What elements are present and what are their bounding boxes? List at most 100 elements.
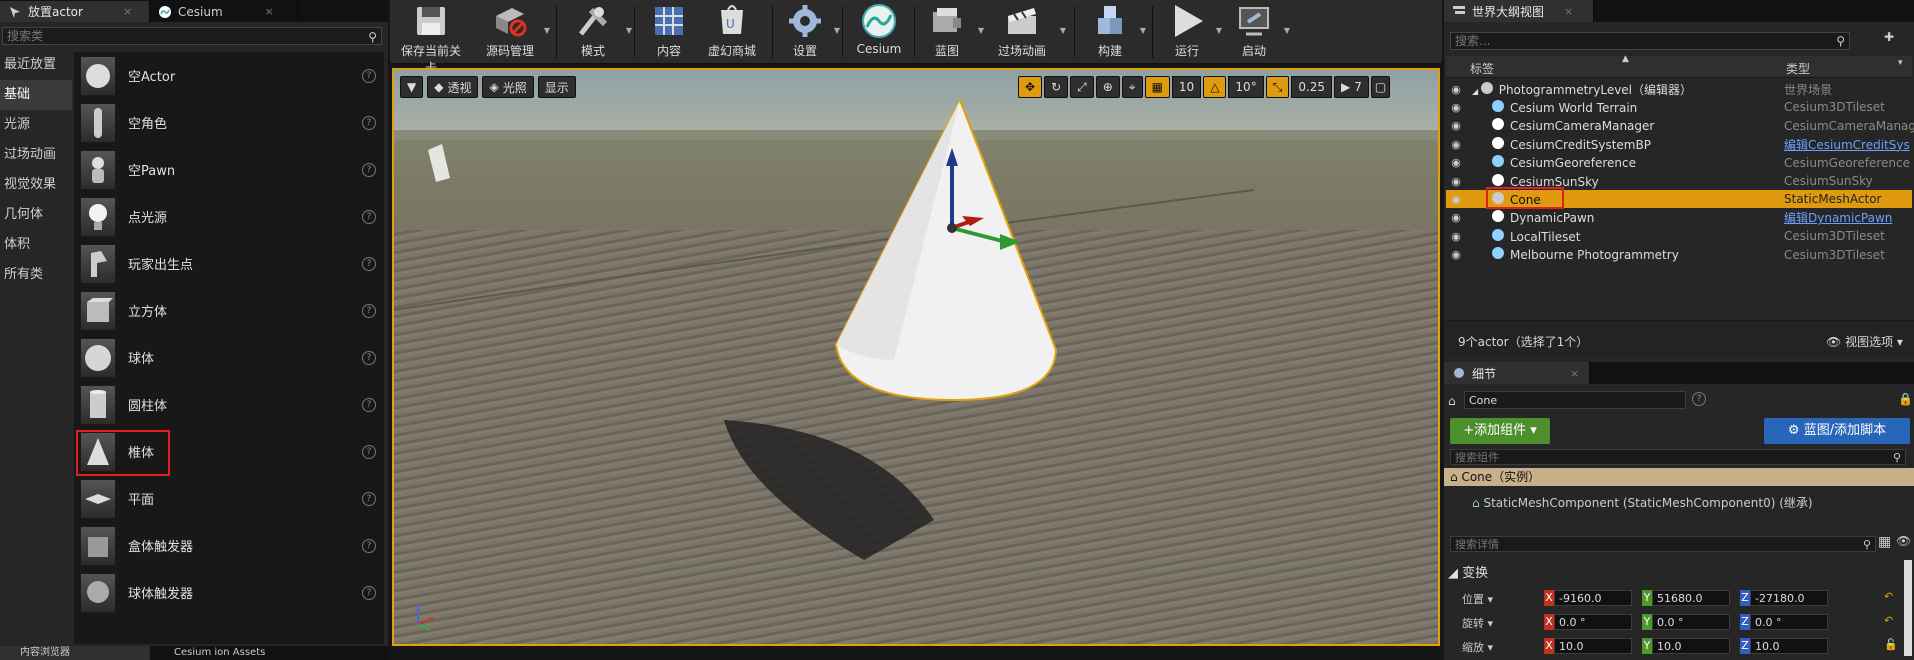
transform-label[interactable]: 位置 ▾ <box>1462 591 1493 607</box>
scale-snap-value[interactable]: 0.25 <box>1291 76 1333 98</box>
save-level-button[interactable]: 保存当前关卡 <box>396 2 466 75</box>
transform-z-field[interactable]: -27180.0 <box>1750 590 1828 606</box>
help-icon[interactable]: ? <box>1692 392 1706 406</box>
chevron-down-icon[interactable]: ▼ <box>1284 26 1290 35</box>
visibility-eye-icon[interactable]: ◉ <box>1446 83 1466 96</box>
level-viewport[interactable]: ▼ ◆ 透视 ◈ 光照 显示 ✥ ↻ ⤢ ⊕ ⌖ ▦ 10 △ 10° ⤡ 0.25… <box>392 68 1440 646</box>
transform-x-field[interactable]: 0.0 ° <box>1554 614 1632 630</box>
column-label-header[interactable]: 标签 <box>1470 60 1494 77</box>
reset-icon[interactable]: ↶ <box>1884 590 1893 603</box>
chevron-down-icon[interactable]: ▼ <box>1060 26 1066 35</box>
settings-button[interactable]: 设置 ▼ <box>782 2 840 60</box>
cinematics-button[interactable]: 过场动画 ▼ <box>990 2 1066 60</box>
help-icon[interactable]: ? <box>362 162 376 177</box>
build-button[interactable]: 构建 ▼ <box>1086 2 1146 60</box>
source-control-button[interactable]: 源码管理 ▼ <box>482 2 550 60</box>
tab-cesium[interactable]: Cesium × <box>150 1 298 22</box>
list-item-point-light[interactable]: 点光源 ? <box>74 193 384 240</box>
world-space-button[interactable]: ⊕ <box>1095 76 1120 98</box>
property-matrix-icon[interactable]: ▦ <box>1878 534 1891 550</box>
help-icon[interactable]: ? <box>362 303 376 318</box>
column-options-icon[interactable]: ▾ <box>1898 58 1903 68</box>
rotation-snap-button[interactable]: △ <box>1203 76 1227 98</box>
rotation-snap-value[interactable]: 10° <box>1228 76 1264 98</box>
show-button[interactable]: 显示 <box>537 76 576 98</box>
category-lights[interactable]: 光源 <box>0 110 72 140</box>
transform-x-field[interactable]: -9160.0 <box>1554 590 1632 606</box>
list-item-player-start[interactable]: 玩家出生点 ? <box>74 240 384 287</box>
details-scrollbar[interactable] <box>1904 560 1912 656</box>
help-icon[interactable]: ? <box>362 538 376 553</box>
outliner-row[interactable]: ◉ DynamicPawn 编辑DynamicPawn <box>1446 209 1912 227</box>
visibility-eye-icon[interactable]: ◉ <box>1446 175 1466 188</box>
outliner-search-input[interactable]: 搜索... ⚲ <box>1450 32 1850 50</box>
category-all-classes[interactable]: 所有类 <box>0 260 72 290</box>
cesium-button[interactable]: Cesium <box>854 2 904 60</box>
launch-button[interactable]: 启动 ▼ <box>1230 2 1290 60</box>
edit-blueprint-link[interactable]: 编辑CesiumCreditSys <box>1784 136 1910 153</box>
camera-speed-button[interactable]: ▶ 7 <box>1334 76 1369 98</box>
component-instance-row[interactable]: ⌂ Cone（实例） <box>1444 468 1914 486</box>
list-item-empty-actor[interactable]: 空Actor ? <box>74 52 384 99</box>
category-basic[interactable]: 基础 <box>0 80 72 110</box>
tab-cesium-ion-assets[interactable]: Cesium ion Assets <box>150 646 300 660</box>
list-item-box-trigger[interactable]: 盒体触发器 ? <box>74 522 384 569</box>
class-search-input[interactable]: 搜索类 ⚲ <box>2 27 382 45</box>
outliner-row[interactable]: ◉ ◢ PhotogrammetryLevel（编辑器） 世界场景 <box>1446 80 1912 98</box>
category-cinematic[interactable]: 过场动画 <box>0 140 72 170</box>
translate-mode-button[interactable]: ✥ <box>1018 76 1043 98</box>
list-item-sphere-trigger[interactable]: 球体触发器 ? <box>74 569 384 616</box>
help-icon[interactable]: ? <box>362 397 376 412</box>
outliner-row[interactable]: ◉ CesiumGeoreference CesiumGeoreference <box>1446 154 1912 172</box>
outliner-row[interactable]: ◉ CesiumCreditSystemBP 编辑CesiumCreditSys <box>1446 135 1912 153</box>
outliner-row[interactable]: ◉ Melbourne Photogrammetry Cesium3DTileset <box>1446 246 1912 264</box>
add-filter-icon[interactable]: ✚ <box>1884 30 1906 48</box>
outliner-row[interactable]: ◉ LocalTileset Cesium3DTileset <box>1446 227 1912 245</box>
transform-y-field[interactable]: 51680.0 <box>1652 590 1730 606</box>
list-item-empty-character[interactable]: 空角色 ? <box>74 99 384 146</box>
close-icon[interactable]: × <box>1570 367 1579 380</box>
outliner-row[interactable]: ◉ CesiumSunSky CesiumSunSky <box>1446 172 1912 190</box>
chevron-down-icon[interactable]: ▼ <box>834 26 840 35</box>
actor-name-field[interactable]: Cone <box>1464 391 1686 409</box>
outliner-row[interactable]: ◉ Cesium World Terrain Cesium3DTileset <box>1446 98 1912 116</box>
visibility-eye-icon[interactable]: ◉ <box>1446 138 1466 151</box>
add-component-button[interactable]: +添加组件 ▾ <box>1450 418 1550 444</box>
maximize-viewport-button[interactable]: ▢ <box>1370 76 1391 98</box>
category-recent[interactable]: 最近放置 <box>0 50 72 80</box>
column-type-header[interactable]: 类型 <box>1786 60 1810 77</box>
chevron-down-icon[interactable]: ▼ <box>626 26 632 35</box>
transform-y-field[interactable]: 0.0 ° <box>1652 614 1730 630</box>
transform-y-field[interactable]: 10.0 <box>1652 638 1730 654</box>
details-search-input[interactable]: 搜索详情 ⚲ <box>1450 536 1876 552</box>
chevron-down-icon[interactable]: ▼ <box>978 26 984 35</box>
tab-place-actor[interactable]: 放置actor × <box>0 1 150 22</box>
surface-snap-button[interactable]: ⌖ <box>1121 76 1143 98</box>
visibility-eye-icon[interactable]: ◉ <box>1446 193 1466 206</box>
list-item-plane[interactable]: 平面 ? <box>74 475 384 522</box>
tab-world-outliner[interactable]: 世界大纲视图 × <box>1444 0 1594 22</box>
tab-content-browser[interactable]: 内容浏览器 <box>0 646 150 660</box>
transform-label[interactable]: 缩放 ▾ <box>1462 639 1493 655</box>
perspective-button[interactable]: ◆ 透视 <box>427 76 479 98</box>
list-item-sphere[interactable]: 球体 ? <box>74 334 384 381</box>
lock-icon[interactable]: 🔒 <box>1898 392 1913 406</box>
help-icon[interactable]: ? <box>362 256 376 271</box>
close-icon[interactable]: × <box>123 5 132 18</box>
lock-icon[interactable]: 🔓 <box>1884 638 1898 651</box>
list-item-empty-pawn[interactable]: 空Pawn ? <box>74 146 384 193</box>
visibility-eye-icon[interactable]: ◉ <box>1446 101 1466 114</box>
scale-snap-button[interactable]: ⤡ <box>1265 76 1290 98</box>
help-icon[interactable]: ? <box>362 350 376 365</box>
help-icon[interactable]: ? <box>362 585 376 600</box>
category-volumes[interactable]: 体积 <box>0 230 72 260</box>
help-icon[interactable]: ? <box>362 209 376 224</box>
transform-z-field[interactable]: 0.0 ° <box>1750 614 1828 630</box>
outliner-row[interactable]: ◉ Cone StaticMeshActor <box>1446 190 1912 209</box>
visibility-eye-icon[interactable]: ◉ <box>1446 119 1466 132</box>
tab-details[interactable]: 细节 × <box>1444 362 1590 384</box>
category-visual-effects[interactable]: 视觉效果 <box>0 170 72 200</box>
chevron-down-icon[interactable]: ▼ <box>544 26 550 35</box>
grid-snap-value[interactable]: 10 <box>1171 76 1202 98</box>
category-geometry[interactable]: 几何体 <box>0 200 72 230</box>
